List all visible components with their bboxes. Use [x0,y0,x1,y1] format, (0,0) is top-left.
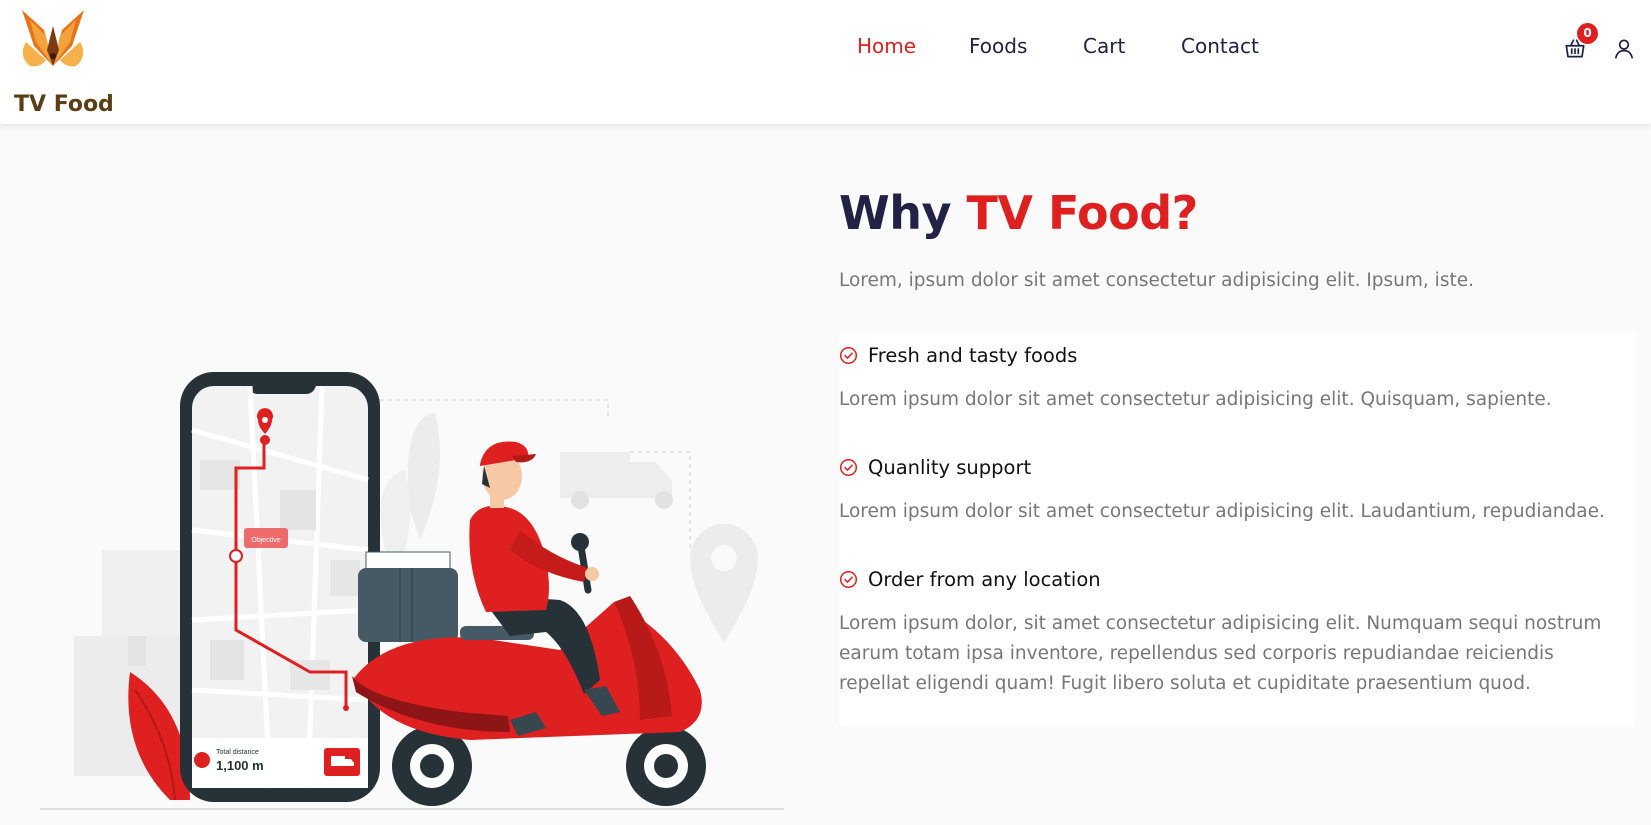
section-title-brand: TV Food? [966,186,1199,240]
nav-link-home[interactable]: Home [857,34,916,58]
section-title: Why TV Food? [839,186,1198,240]
site-header: TV Food Home Foods Cart Contact 0 [0,0,1651,124]
fox-logo-icon [22,10,84,67]
brand-logo[interactable]: TV Food [14,6,114,118]
feature-title: Quanlity support [868,456,1032,479]
brand-name: TV Food [14,92,114,117]
features-list: Fresh and tasty foods Lorem ipsum dolor … [839,331,1635,727]
feature-item: Quanlity support Lorem ipsum dolor sit a… [839,456,1629,527]
feature-item: Fresh and tasty foods Lorem ipsum dolor … [839,344,1629,415]
checkmark-circle-icon [839,570,858,589]
phone-map-illustration: Objective Total distance 1,100 m [180,372,380,802]
nav-link-contact[interactable]: Contact [1181,34,1259,58]
user-icon [1615,39,1633,59]
feature-header: Quanlity support [839,456,1629,479]
nav-link-foods[interactable]: Foods [969,34,1027,58]
feature-description: Lorem ipsum dolor sit amet consectetur a… [839,389,1552,410]
feature-title: Order from any location [868,568,1101,591]
delivery-illustration: Objective Total distance 1,100 m [40,372,784,810]
feature-header: Order from any location [839,568,1629,591]
feature-header: Fresh and tasty foods [839,344,1629,367]
checkmark-circle-icon [839,458,858,477]
checkmark-circle-icon [839,346,858,365]
feature-description: Lorem ipsum dolor sit amet consectetur a… [839,501,1605,522]
feature-title: Fresh and tasty foods [868,344,1078,367]
feature-description: Lorem ipsum dolor, sit amet consectetur … [839,613,1602,694]
cart-count-badge: 0 [1577,23,1598,44]
nav-link-cart[interactable]: Cart [1083,34,1125,58]
section-intro: Lorem, ipsum dolor sit amet consectetur … [839,270,1474,291]
map-objective-label: Objective [251,537,280,544]
user-account-button[interactable] [1611,36,1637,62]
section-title-why: Why [839,186,951,240]
background-truck [560,452,673,509]
total-distance-caption: Total distance [216,749,259,756]
feature-item: Order from any location Lorem ipsum dolo… [839,568,1629,699]
total-distance-value: 1,100 m [216,758,264,773]
